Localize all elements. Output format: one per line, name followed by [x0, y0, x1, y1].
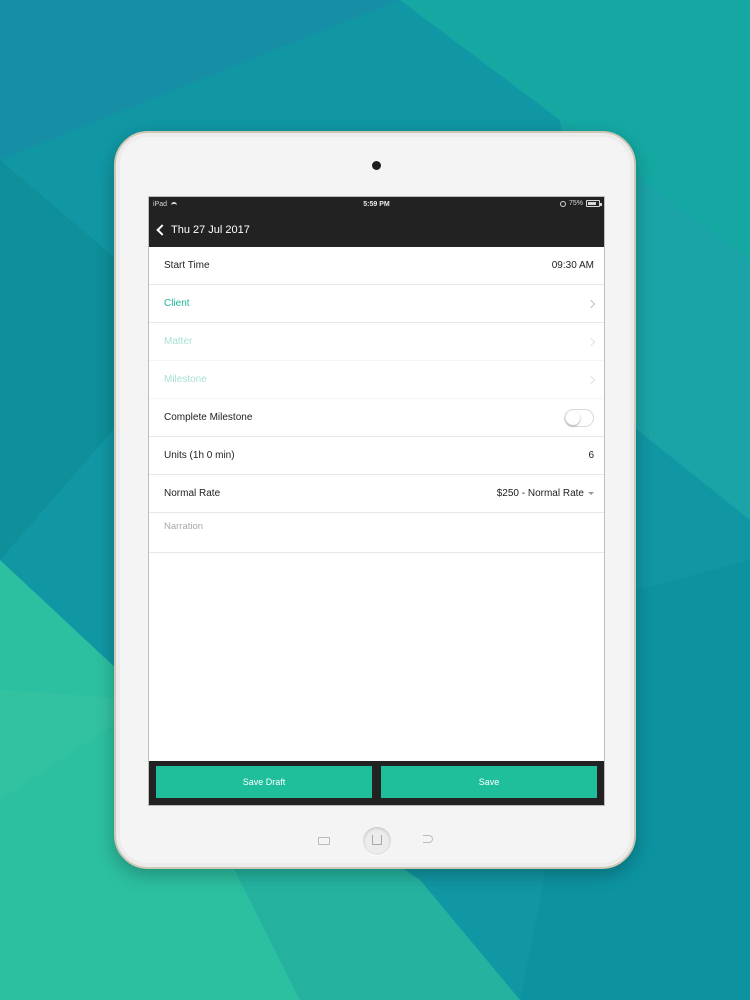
app-screen: iPad 5:59 PM 75% Thu 27 Jul 2017 Start T… — [148, 196, 605, 806]
toggle-knob — [566, 410, 580, 425]
status-bar: iPad 5:59 PM 75% — [149, 197, 604, 213]
home-button[interactable] — [363, 827, 391, 855]
rate-label: Normal Rate — [164, 488, 221, 499]
status-right: 75% — [559, 200, 602, 207]
menu-key-icon — [318, 837, 330, 845]
back-button[interactable]: Thu 27 Jul 2017 — [155, 224, 250, 236]
camera-dot — [372, 161, 381, 170]
client-label: Client — [164, 298, 190, 309]
units-label: Units (1h 0 min) — [164, 450, 235, 461]
save-button[interactable]: Save — [381, 766, 597, 798]
start-time-row[interactable]: Start Time 09:30 AM — [149, 247, 604, 285]
save-draft-button[interactable]: Save Draft — [156, 766, 372, 798]
start-time-value: 09:30 AM — [551, 260, 594, 271]
chevron-left-icon — [156, 224, 168, 236]
matter-label: Matter — [164, 336, 193, 347]
rate-value: $250 - Normal Rate — [496, 488, 584, 499]
narration-field-wrap — [149, 513, 604, 553]
chevron-right-icon — [586, 299, 596, 308]
client-row[interactable]: Client — [149, 285, 604, 323]
start-time-label: Start Time — [164, 260, 210, 271]
rate-select[interactable]: $250 - Normal Rate — [497, 488, 594, 499]
time-entry-form: Start Time 09:30 AM Client Matter Milest… — [149, 247, 604, 553]
milestone-label: Milestone — [164, 374, 207, 385]
complete-milestone-row: Complete Milestone — [149, 399, 604, 437]
narration-input[interactable] — [164, 521, 589, 545]
complete-milestone-label: Complete Milestone — [164, 412, 253, 423]
caret-down-icon — [588, 492, 594, 495]
status-time: 5:59 PM — [363, 201, 390, 208]
milestone-row[interactable]: Milestone — [149, 361, 604, 399]
units-row[interactable]: Units (1h 0 min) 6 — [149, 437, 604, 475]
ipad-device: iPad 5:59 PM 75% Thu 27 Jul 2017 Start T… — [114, 131, 636, 869]
home-icon — [372, 835, 382, 845]
alarm-icon — [559, 200, 566, 207]
back-key-icon — [423, 835, 433, 843]
nav-title: Thu 27 Jul 2017 — [171, 224, 250, 236]
battery-icon — [586, 200, 602, 207]
units-value: 6 — [588, 450, 594, 461]
chevron-right-icon — [586, 337, 596, 346]
complete-milestone-toggle[interactable] — [564, 408, 594, 427]
action-bar: Save Draft Save — [149, 761, 604, 805]
matter-row[interactable]: Matter — [149, 323, 604, 361]
battery-percent: 75% — [568, 200, 583, 207]
rate-row: Normal Rate $250 - Normal Rate — [149, 475, 604, 513]
nav-bar: Thu 27 Jul 2017 — [149, 213, 604, 247]
chevron-right-icon — [586, 375, 596, 384]
